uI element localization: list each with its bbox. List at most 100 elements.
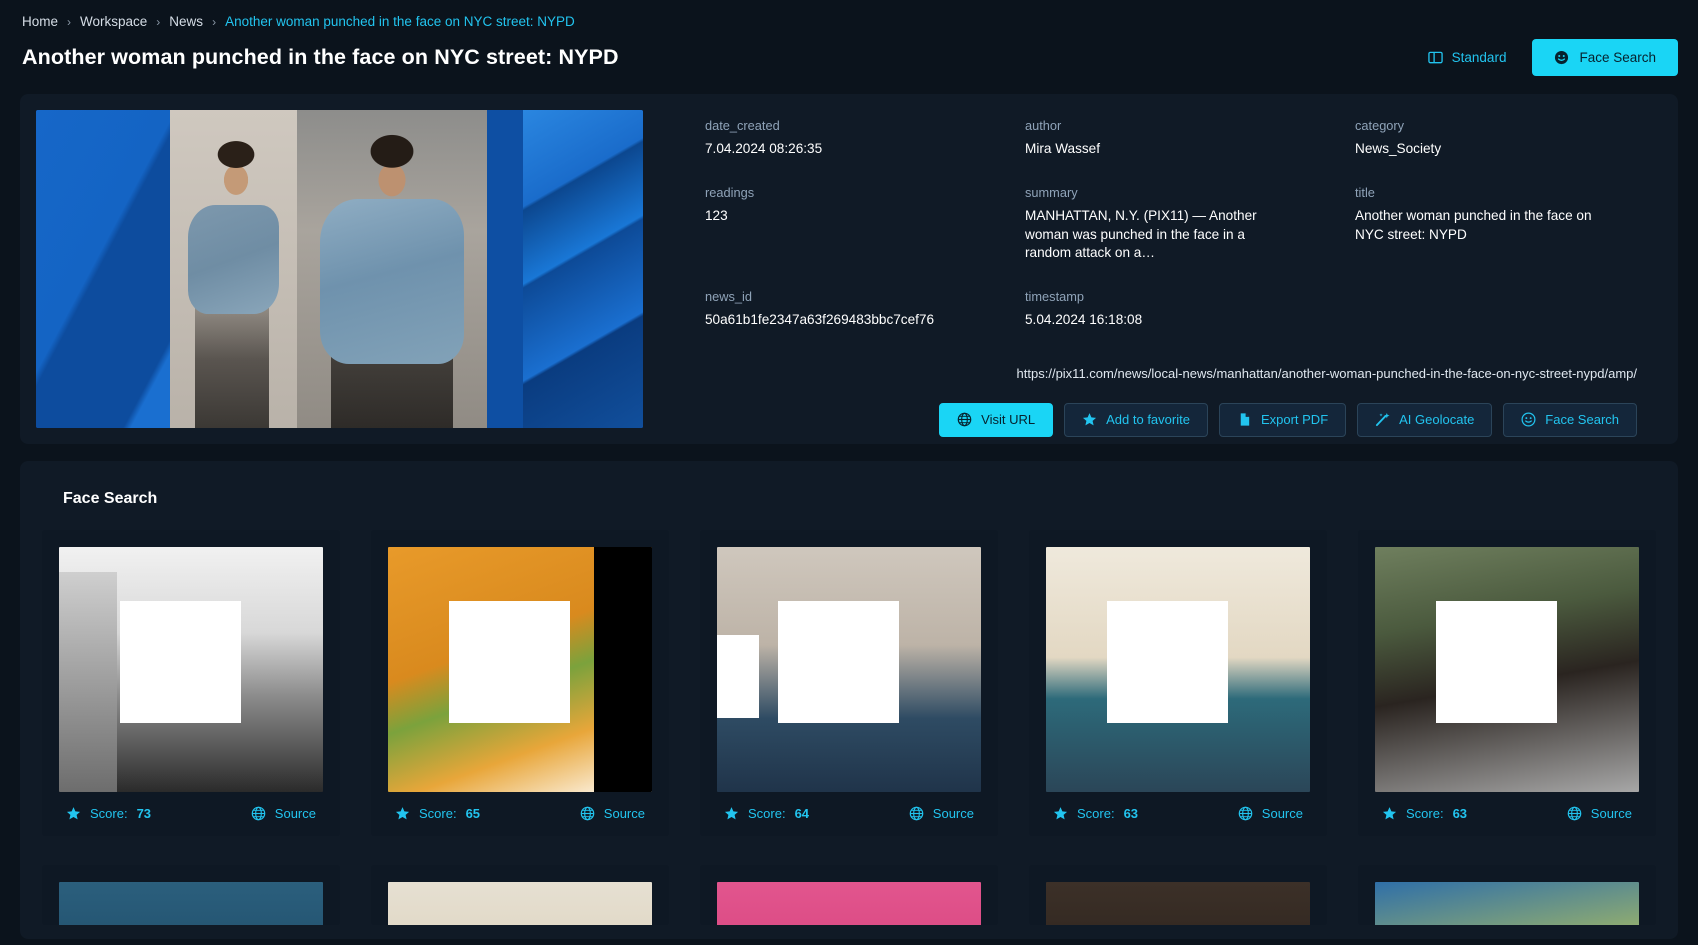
- action-label: Export PDF: [1260, 412, 1329, 428]
- globe-icon: [1238, 806, 1253, 821]
- score-label: Score:: [1077, 806, 1115, 821]
- meta-field-news-id: news_id 50a61b1fe2347a63f269483bbc7cef76: [705, 289, 1025, 329]
- score-value: 64: [794, 806, 810, 821]
- action-button-row: Visit URL Add to favorite Export PDF AI Geo…: [705, 402, 1662, 437]
- score-label: Score:: [1406, 806, 1444, 821]
- action-label: AI Geolocate: [1399, 412, 1475, 428]
- face-search-result-card[interactable]: Score: 65 Source: [371, 530, 669, 836]
- face-search-result-card[interactable]: [1029, 865, 1327, 925]
- score-label: Score:: [90, 806, 128, 821]
- card-footer: Score: 65 Source: [388, 792, 652, 836]
- face-redaction-mask: [448, 600, 571, 724]
- star-icon: [1382, 806, 1397, 821]
- source-label: Source: [274, 806, 316, 821]
- face-search-label: Face Search: [1579, 50, 1656, 65]
- export-pdf-button[interactable]: Export PDF: [1218, 402, 1347, 437]
- globe-icon: [909, 806, 924, 821]
- score-label: Score:: [748, 806, 786, 821]
- source-link[interactable]: Source: [580, 806, 645, 821]
- globe-icon: [580, 806, 595, 821]
- meta-field-readings: readings 123: [705, 185, 1025, 262]
- source-link[interactable]: Source: [251, 806, 316, 821]
- source-label: Source: [1261, 806, 1303, 821]
- meta-field-date-created: date_created 7.04.2024 08:26:35: [705, 118, 1025, 158]
- source-link[interactable]: Source: [1567, 806, 1632, 821]
- score-value: 63: [1123, 806, 1139, 821]
- document-icon: [1237, 412, 1252, 427]
- layout-icon: [1427, 50, 1443, 65]
- meta-field-author: author Mira Wassef: [1025, 118, 1355, 158]
- metadata-section: date_created 7.04.2024 08:26:35 author M…: [643, 110, 1662, 437]
- meta-value: 5.04.2024 16:18:08: [1025, 312, 1143, 328]
- face-icon: [1554, 50, 1569, 65]
- breadcrumb-item[interactable]: Workspace: [80, 14, 147, 29]
- breadcrumb-separator: ›: [212, 14, 217, 29]
- breadcrumb-item[interactable]: Another woman punched in the face on NYC…: [225, 14, 575, 29]
- face-search-result-card[interactable]: Score: 73 Source: [42, 530, 340, 836]
- star-icon: [1082, 412, 1097, 427]
- meta-field-title: title Another woman punched in the face …: [1355, 185, 1662, 262]
- source-link[interactable]: Source: [1238, 806, 1303, 821]
- star-icon: [66, 806, 81, 821]
- card-footer: Score: 63 Source: [1046, 792, 1310, 836]
- action-label: Face Search: [1545, 412, 1619, 428]
- face-search-result-card[interactable]: Score: 63 Source: [1029, 530, 1327, 836]
- meta-key: category: [1355, 118, 1405, 133]
- meta-key: timestamp: [1025, 289, 1085, 305]
- score-display: Score: 64: [724, 806, 809, 821]
- face-search-result-card[interactable]: Score: 64 Source: [700, 530, 998, 836]
- face-search-result-card[interactable]: [1358, 865, 1656, 925]
- wand-icon: [1375, 412, 1390, 427]
- source-link[interactable]: Source: [909, 806, 974, 821]
- article-image: [36, 110, 643, 428]
- face-search-result-card[interactable]: [700, 865, 998, 925]
- face-thumbnail: [717, 882, 981, 925]
- face-thumbnail: [1375, 547, 1639, 792]
- add-to-favorite-button[interactable]: Add to favorite: [1064, 402, 1208, 437]
- face-thumbnail: [1375, 882, 1639, 925]
- meta-key: date_created: [705, 118, 780, 133]
- face-search-result-card[interactable]: [371, 865, 669, 925]
- face-redaction-mask: [119, 600, 242, 724]
- visit-url-button[interactable]: Visit URL: [939, 402, 1054, 437]
- face-thumbnail: [1046, 882, 1310, 925]
- article-url: https://pix11.com/news/local-news/manhat…: [1016, 365, 1637, 381]
- metadata-grid: date_created 7.04.2024 08:26:35 author M…: [705, 118, 1662, 330]
- face-search-section-title: Face Search: [63, 490, 158, 507]
- score-display: Score: 63: [1053, 806, 1138, 821]
- standard-view-button[interactable]: Standard: [1416, 40, 1519, 75]
- face-icon: [1521, 412, 1536, 427]
- face-thumbnail: [1046, 547, 1310, 792]
- face-search-results-grid: Score: 73 Source Score: 65 Source Score: 64 Sour…: [42, 530, 1656, 836]
- breadcrumb-separator: ›: [156, 14, 161, 29]
- star-icon: [1053, 806, 1068, 821]
- breadcrumb: Home › Workspace › News › Another woman punche…: [0, 0, 1698, 29]
- breadcrumb-item[interactable]: Home: [22, 14, 58, 29]
- face-search-result-card[interactable]: [42, 865, 340, 925]
- breadcrumb-separator: ›: [67, 14, 72, 29]
- page-title: Another woman punched in the face on NYC…: [22, 45, 619, 69]
- face-thumbnail: [717, 547, 981, 792]
- meta-key: author: [1025, 118, 1062, 133]
- face-search-button-header[interactable]: Face Search: [1532, 39, 1678, 76]
- meta-field-spacer: [1355, 289, 1662, 329]
- face-search-button[interactable]: Face Search: [1503, 402, 1637, 437]
- star-icon: [395, 806, 410, 821]
- page-root: Home › Workspace › News › Another woman punche…: [0, 0, 1698, 945]
- face-redaction-mask: [777, 600, 900, 724]
- face-search-result-card[interactable]: Score: 63 Source: [1358, 530, 1656, 836]
- ai-geolocate-button[interactable]: AI Geolocate: [1357, 402, 1493, 437]
- meta-value: 7.04.2024 08:26:35: [705, 141, 823, 156]
- breadcrumb-item[interactable]: News: [169, 14, 203, 29]
- meta-key: title: [1355, 185, 1375, 201]
- face-thumbnail: [59, 882, 323, 925]
- meta-field-category: category News_Society: [1355, 118, 1662, 158]
- card-footer: Score: 64 Source: [717, 792, 981, 836]
- meta-value: News_Society: [1355, 141, 1442, 156]
- face-redaction-mask: [1435, 600, 1558, 724]
- source-label: Source: [932, 806, 974, 821]
- title-row: Another woman punched in the face on NYC…: [0, 29, 1698, 76]
- meta-field-timestamp: timestamp 5.04.2024 16:18:08: [1025, 289, 1355, 329]
- meta-key: news_id: [705, 289, 752, 305]
- meta-key: summary: [1025, 185, 1078, 201]
